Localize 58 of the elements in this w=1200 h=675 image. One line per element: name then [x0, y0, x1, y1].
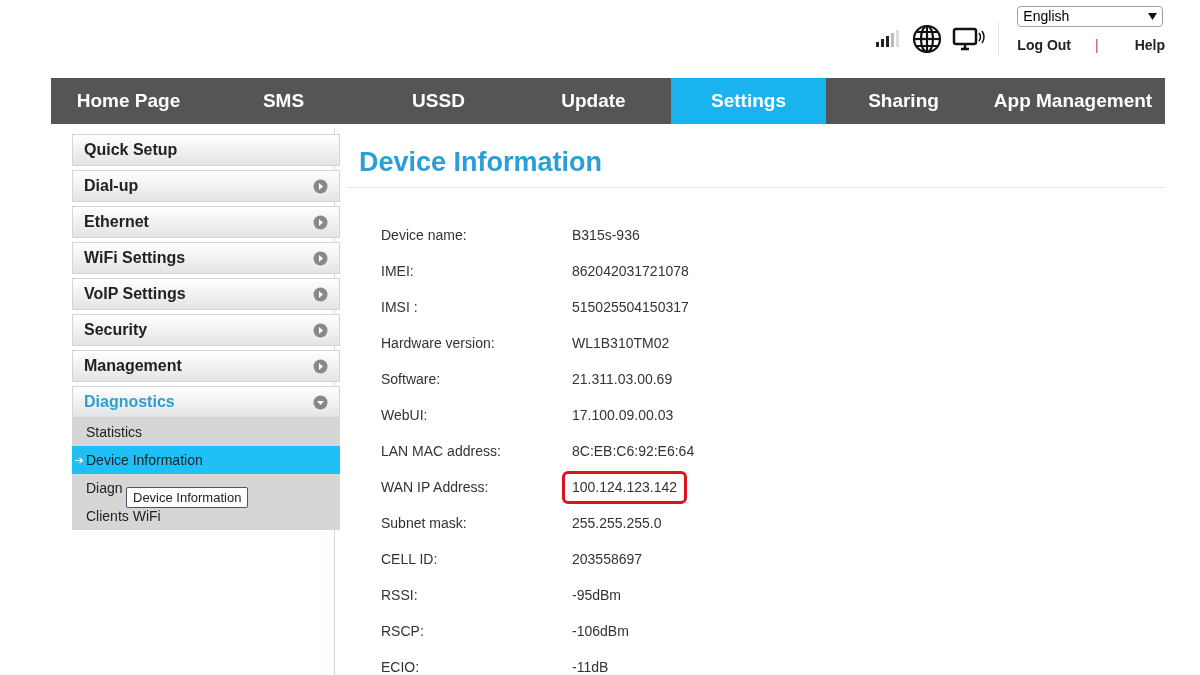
language-select[interactable]: English [1017, 6, 1164, 27]
nav-tab[interactable]: Home Page [51, 78, 206, 124]
chevron-right-icon [313, 250, 328, 266]
menu-item[interactable]: Security [72, 314, 340, 346]
field-value: -95dBm [572, 586, 622, 605]
link-separator: | [1095, 36, 1099, 55]
chevron-down-icon [313, 394, 328, 410]
monitor-icon [952, 26, 987, 52]
field-value: 255.255.255.0 [572, 514, 662, 533]
field-label: LAN MAC address: [381, 442, 502, 461]
nav-tab[interactable]: SMS [206, 78, 361, 124]
log-out-link[interactable]: Log Out [1017, 35, 1071, 56]
field-label: RSCP: [381, 622, 425, 641]
field-label: WebUI: [381, 406, 429, 425]
page-title: Device Information [359, 146, 604, 179]
field-label: WAN IP Address: [381, 478, 490, 497]
menu-item[interactable]: Dial-up [72, 170, 340, 202]
menu-item[interactable]: Ethernet [72, 206, 340, 238]
help-link[interactable]: Help [1134, 35, 1165, 56]
field-label: Software: [381, 370, 442, 389]
nav-tab[interactable]: USSD [361, 78, 516, 124]
nav-tab[interactable]: App Management [981, 78, 1165, 124]
menu-item[interactable]: Management [72, 350, 340, 382]
field-label: Subnet mask: [381, 514, 468, 533]
nav-tab[interactable]: Update [516, 78, 671, 124]
menu-item[interactable]: Quick Setup [72, 134, 340, 166]
menu-item[interactable]: VoIP Settings [72, 278, 340, 310]
chevron-right-icon [313, 178, 328, 194]
field-label: RSSI: [381, 586, 419, 605]
field-value: 203558697 [572, 550, 643, 569]
field-value: WL1B310TM02 [572, 334, 670, 353]
chevron-right-icon [313, 214, 328, 230]
field-value: 862042031721078 [572, 262, 689, 281]
highlighted-value: 100.124.123.142 [562, 471, 688, 504]
chevron-right-icon [313, 358, 328, 374]
field-value: 21.311.03.00.69 [572, 370, 673, 389]
field-value: -106dBm [572, 622, 629, 641]
globe-icon [912, 24, 943, 54]
submenu-item[interactable]: Device Information [72, 446, 340, 474]
tooltip: Device Information [126, 487, 249, 508]
field-label: CELL ID: [381, 550, 439, 569]
chevron-right-icon [313, 286, 328, 302]
nav-tab[interactable]: Sharing [826, 78, 981, 124]
field-label: Hardware version: [381, 334, 496, 353]
dropdown-caret-icon [1148, 13, 1158, 20]
field-value: 515025504150317 [572, 298, 689, 317]
field-label: Device name: [381, 226, 468, 245]
field-value: 17.100.09.00.03 [572, 406, 674, 425]
field-label: IMSI : [381, 298, 419, 317]
field-value: -11dB [572, 658, 609, 675]
submenu-item[interactable]: Statistics [72, 418, 340, 446]
field-label: ECIO: [381, 658, 421, 675]
menu-item[interactable]: WiFi Settings [72, 242, 340, 274]
chevron-right-icon [313, 322, 328, 338]
field-value: 8C:EB:C6:92:E6:64 [572, 442, 695, 461]
field-value: B315s-936 [572, 226, 640, 245]
field-label: IMEI: [381, 262, 415, 281]
arrow-icon [74, 456, 84, 464]
